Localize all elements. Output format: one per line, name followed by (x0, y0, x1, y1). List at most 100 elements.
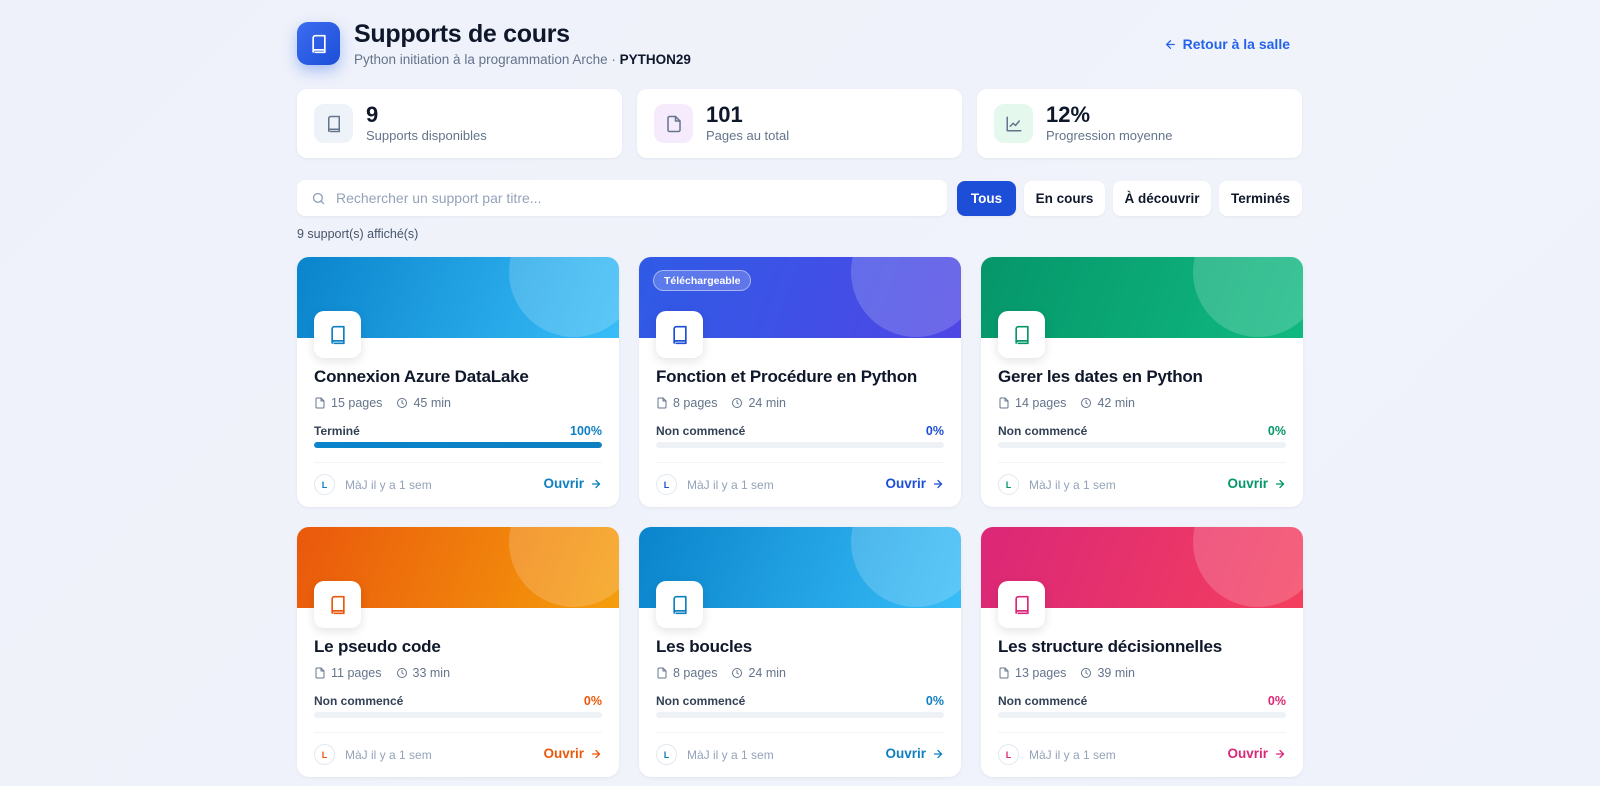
card-meta: 8 pages 24 min (656, 396, 800, 410)
progress-percent: 0% (925, 424, 944, 438)
progress-status: Terminé (314, 424, 360, 438)
card-divider (656, 462, 944, 463)
book-icon (297, 22, 340, 65)
stats-row: 9 Supports disponibles 101 Pages au tota… (297, 89, 1302, 158)
stat-label: Supports disponibles (366, 128, 487, 143)
filter-to-discover[interactable]: À découvrir (1113, 181, 1211, 216)
book-icon (656, 581, 703, 628)
page-count: 15 pages (331, 396, 383, 410)
search-input[interactable] (336, 190, 926, 206)
arrow-right-icon (591, 479, 601, 488)
stat-pages: 101 Pages au total (637, 89, 962, 158)
open-button[interactable]: Ouvrir (1227, 746, 1286, 761)
stat-value: 101 (706, 102, 743, 127)
card-meta: 14 pages 42 min (998, 396, 1149, 410)
updated-time: MàJ il y a 1 sem (1029, 748, 1116, 762)
course-card[interactable]: Les structure décisionnelles 13 pages 39… (981, 527, 1303, 777)
file-icon (999, 667, 1009, 679)
card-title: Les structure décisionnelles (998, 637, 1222, 656)
file-icon (657, 397, 667, 409)
progress-status: Non commencé (656, 694, 746, 708)
clock-icon (732, 668, 743, 678)
arrow-right-icon (1275, 749, 1285, 758)
author-avatar: L (314, 744, 335, 765)
page-container: Supports de cours Python initiation à la… (297, 0, 1303, 777)
card-divider (998, 462, 1286, 463)
progress-bar (998, 712, 1286, 718)
course-name: Python initiation à la programmation Arc… (354, 52, 608, 67)
progress-percent: 100% (570, 424, 602, 438)
arrow-right-icon (933, 479, 943, 488)
results-count: 9 support(s) affiché(s) (297, 227, 419, 241)
book-icon (656, 311, 703, 358)
page-count: 13 pages (1015, 666, 1067, 680)
page-title: Supports de cours (354, 20, 570, 48)
open-button[interactable]: Ouvrir (543, 746, 602, 761)
course-code: PYTHON29 (619, 52, 691, 67)
stat-progress: 12% Progression moyenne (977, 89, 1302, 158)
file-icon (315, 397, 325, 409)
duration: 24 min (748, 396, 787, 410)
open-button[interactable]: Ouvrir (1227, 476, 1286, 491)
course-card[interactable]: Gerer les dates en Python 14 pages 42 mi… (981, 257, 1303, 507)
banner-decoration (851, 527, 961, 607)
book-icon (314, 311, 361, 358)
file-icon (654, 104, 693, 143)
card-divider (314, 462, 602, 463)
course-card[interactable]: Le pseudo code 11 pages 33 min Non comme… (297, 527, 619, 777)
page-count: 14 pages (1015, 396, 1067, 410)
open-button[interactable]: Ouvrir (885, 476, 944, 491)
open-button[interactable]: Ouvrir (543, 476, 602, 491)
clock-icon (1081, 668, 1092, 678)
back-label: Retour à la salle (1182, 36, 1290, 52)
open-label: Ouvrir (1227, 746, 1268, 761)
updated-time: MàJ il y a 1 sem (1029, 478, 1116, 492)
open-label: Ouvrir (1227, 476, 1268, 491)
filter-in-progress[interactable]: En cours (1024, 181, 1105, 216)
author-avatar: L (656, 744, 677, 765)
course-card[interactable]: Les boucles 8 pages 24 min Non commencé … (639, 527, 961, 777)
banner-decoration (509, 257, 619, 337)
stat-supports: 9 Supports disponibles (297, 89, 622, 158)
book-icon (998, 311, 1045, 358)
page-count: 8 pages (673, 666, 718, 680)
progress-percent: 0% (583, 694, 602, 708)
stat-value: 9 (366, 102, 379, 127)
progress-bar (314, 712, 602, 718)
clock-icon (396, 668, 407, 678)
card-title: Gerer les dates en Python (998, 367, 1203, 386)
open-button[interactable]: Ouvrir (885, 746, 944, 761)
chart-icon (994, 104, 1033, 143)
progress-percent: 0% (1267, 424, 1286, 438)
clock-icon (732, 398, 743, 408)
back-to-room-link[interactable]: Retour à la salle (1164, 36, 1290, 52)
progress-percent: 0% (1267, 694, 1286, 708)
book-icon (314, 581, 361, 628)
banner-decoration (1193, 527, 1303, 607)
page-subtitle: Python initiation à la programmation Arc… (354, 52, 691, 67)
stat-value: 12% (1046, 102, 1091, 127)
duration: 45 min (413, 396, 451, 410)
file-icon (999, 397, 1009, 409)
card-title: Les boucles (656, 637, 753, 656)
card-title: Connexion Azure DataLake (314, 367, 529, 386)
author-avatar: L (656, 474, 677, 495)
card-divider (314, 732, 602, 733)
author-avatar: L (998, 744, 1019, 765)
page-count: 8 pages (673, 396, 718, 410)
filter-completed[interactable]: Terminés (1219, 181, 1302, 216)
file-icon (657, 667, 667, 679)
banner-decoration (509, 527, 619, 607)
progress-status: Non commencé (998, 424, 1088, 438)
open-label: Ouvrir (885, 746, 926, 761)
course-card[interactable]: Téléchargeable Fonction et Procédure en … (639, 257, 961, 507)
progress-status: Non commencé (656, 424, 746, 438)
downloadable-badge: Téléchargeable (653, 270, 752, 291)
updated-time: MàJ il y a 1 sem (345, 748, 432, 762)
open-label: Ouvrir (543, 746, 584, 761)
duration: 42 min (1097, 396, 1135, 410)
filter-all[interactable]: Tous (957, 181, 1016, 216)
book-icon (998, 581, 1045, 628)
progress-fill (314, 442, 602, 448)
course-card[interactable]: Connexion Azure DataLake 15 pages 45 min… (297, 257, 619, 507)
